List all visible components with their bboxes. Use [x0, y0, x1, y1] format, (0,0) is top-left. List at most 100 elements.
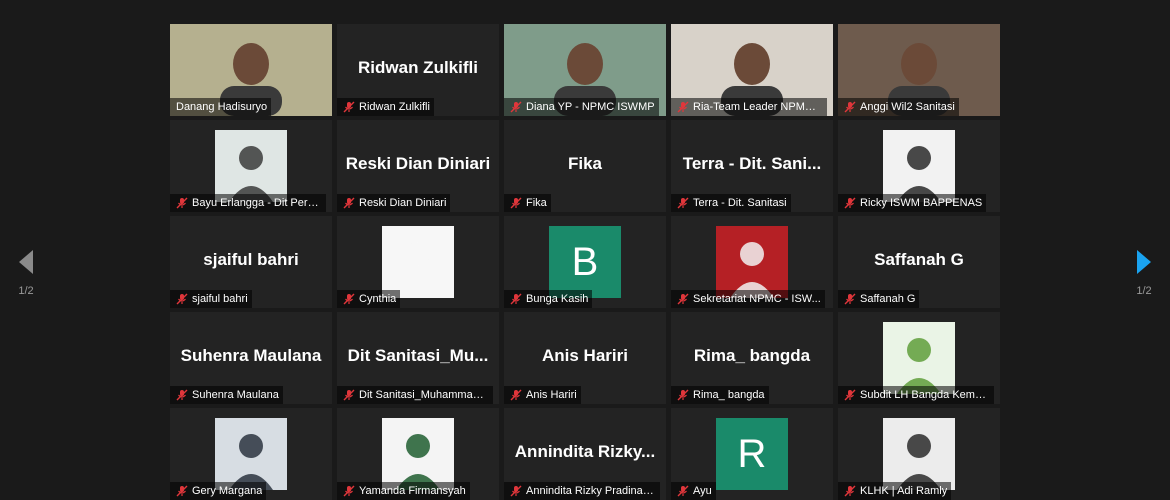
participant-name-label: Gery Margana — [192, 485, 263, 497]
participant-tile[interactable]: Bayu Erlangga - Dit Perki... — [170, 120, 332, 212]
participant-photo — [883, 322, 955, 394]
participant-name-bar: Yamanda Firmansyah — [337, 482, 470, 500]
participant-tile[interactable]: Ria-Team Leader NPMC I... — [671, 24, 833, 116]
participant-tile[interactable]: Anis Hariri Anis Hariri — [504, 312, 666, 404]
participant-name-bar: Danang Hadisuryo — [170, 98, 272, 116]
participant-name-bar: Diana YP - NPMC ISWMP — [504, 98, 659, 116]
muted-mic-icon — [343, 293, 355, 305]
muted-mic-icon — [844, 293, 856, 305]
muted-mic-icon — [176, 197, 188, 209]
participant-name-label: KLHK | Adi Ramly — [860, 485, 948, 497]
participant-photo — [382, 418, 454, 490]
participant-display-name: Suhenra Maulana — [180, 346, 322, 365]
participant-name-label: Suhenra Maulana — [192, 389, 279, 401]
participant-photo — [716, 226, 788, 298]
participant-tile[interactable]: Ridwan Zulkifli Ridwan Zulkifli — [337, 24, 499, 116]
participant-photo — [215, 130, 287, 202]
muted-mic-icon — [343, 389, 355, 401]
participant-name-label: Diana YP - NPMC ISWMP — [526, 101, 655, 113]
participant-name-bar: Saffanah G — [838, 290, 920, 308]
participant-name-bar: Rima_ bangda — [671, 386, 769, 404]
participant-display-name: Reski Dian Diniari — [345, 154, 491, 173]
participant-name-bar: Ayu — [671, 482, 716, 500]
participant-name-label: Ricky ISWM BAPPENAS — [860, 197, 983, 209]
participant-name-label: Ria-Team Leader NPMC I... — [693, 101, 823, 113]
participant-tile[interactable]: Suhenra Maulana Suhenra Maulana — [170, 312, 332, 404]
chevron-left-icon — [19, 250, 33, 274]
participant-name-label: Anis Hariri — [526, 389, 577, 401]
muted-mic-icon — [343, 101, 355, 113]
next-page-button[interactable]: 1/2 — [1124, 250, 1164, 297]
muted-mic-icon — [176, 485, 188, 497]
participant-name-bar: Cynthia — [337, 290, 401, 308]
participant-name-label: Terra - Dit. Sanitasi — [693, 197, 787, 209]
participant-tile[interactable]: Fika Fika — [504, 120, 666, 212]
participant-tile[interactable]: Saffanah G Saffanah G — [838, 216, 1000, 308]
participant-name-bar: Fika — [504, 194, 551, 212]
participant-name-label: Bunga Kasih — [526, 293, 589, 305]
muted-mic-icon — [510, 101, 522, 113]
avatar-letter: B — [571, 239, 599, 284]
participant-name-label: Subdit LH Bangda Kemen... — [860, 389, 990, 401]
participant-display-name: Saffanah G — [874, 250, 964, 269]
participant-tile[interactable]: Subdit LH Bangda Kemen... — [838, 312, 1000, 404]
participant-name-bar: Subdit LH Bangda Kemen... — [838, 386, 994, 404]
participant-tile[interactable]: KLHK | Adi Ramly — [838, 408, 1000, 500]
participant-name-bar: Anggi Wil2 Sanitasi — [838, 98, 959, 116]
participant-name-bar: Annindita Rizky Pradina S... — [504, 482, 660, 500]
participant-display-name: Anis Hariri — [542, 346, 628, 365]
participant-tile[interactable]: B Bunga Kasih — [504, 216, 666, 308]
participant-display-name: Fika — [567, 154, 603, 173]
participant-name-label: Rima_ bangda — [693, 389, 765, 401]
participant-tile[interactable]: Terra - Dit. Sani... Terra - Dit. Sanitas… — [671, 120, 833, 212]
muted-mic-icon — [510, 389, 522, 401]
participant-name-label: Fika — [526, 197, 547, 209]
participant-name-label: Ayu — [693, 485, 712, 497]
participant-name-bar: Bayu Erlangga - Dit Perki... — [170, 194, 326, 212]
muted-mic-icon — [677, 293, 689, 305]
participant-photo — [883, 130, 955, 202]
participant-display-name: Terra - Dit. Sani... — [682, 154, 822, 173]
participant-tile[interactable]: Yamanda Firmansyah — [337, 408, 499, 500]
muted-mic-icon — [176, 389, 188, 401]
participant-photo — [215, 418, 287, 490]
participant-tile[interactable]: sjaiful bahri sjaiful bahri — [170, 216, 332, 308]
participant-tile[interactable]: Ricky ISWM BAPPENAS — [838, 120, 1000, 212]
participant-tile[interactable]: Sekretariat NPMC - ISW... — [671, 216, 833, 308]
muted-mic-icon — [343, 485, 355, 497]
participant-tile[interactable]: Diana YP - NPMC ISWMP — [504, 24, 666, 116]
participant-name-bar: Bunga Kasih — [504, 290, 593, 308]
participant-name-label: Dit Sanitasi_Muhammad I... — [359, 389, 489, 401]
muted-mic-icon — [844, 101, 856, 113]
participant-name-label: Danang Hadisuryo — [176, 101, 268, 113]
participant-name-bar: Reski Dian Diniari — [337, 194, 451, 212]
participant-name-label: Cynthia — [359, 293, 397, 305]
participant-name-bar: Sekretariat NPMC - ISW... — [671, 290, 825, 308]
participant-grid: Danang Hadisuryo Ridwan Zulkifli Ridwan Zu… — [170, 24, 1000, 500]
participant-display-name: Dit Sanitasi_Mu... — [347, 346, 489, 365]
participant-tile[interactable]: Gery Margana — [170, 408, 332, 500]
participant-tile[interactable]: R Ayu — [671, 408, 833, 500]
prev-page-button[interactable]: 1/2 — [6, 250, 46, 297]
participant-tile[interactable]: Rima_ bangda Rima_ bangda — [671, 312, 833, 404]
participant-tile[interactable]: Cynthia — [337, 216, 499, 308]
participant-display-name: Ridwan Zulkifli — [358, 58, 478, 77]
participant-tile[interactable]: Danang Hadisuryo — [170, 24, 332, 116]
participant-name-label: Sekretariat NPMC - ISW... — [693, 293, 821, 305]
muted-mic-icon — [510, 293, 522, 305]
participant-name-bar: Anis Hariri — [504, 386, 581, 404]
participant-name-label: Yamanda Firmansyah — [359, 485, 466, 497]
participant-name-bar: KLHK | Adi Ramly — [838, 482, 952, 500]
participant-tile[interactable]: Annindita Rizky... Annindita Rizky Pradin… — [504, 408, 666, 500]
muted-mic-icon — [677, 101, 689, 113]
participant-name-label: Annindita Rizky Pradina S... — [526, 485, 656, 497]
participant-name-bar: Ricky ISWM BAPPENAS — [838, 194, 987, 212]
participant-tile[interactable]: Reski Dian Diniari Reski Dian Diniari — [337, 120, 499, 212]
participant-name-bar: Terra - Dit. Sanitasi — [671, 194, 791, 212]
muted-mic-icon — [844, 485, 856, 497]
participant-name-bar: sjaiful bahri — [170, 290, 252, 308]
participant-tile[interactable]: Dit Sanitasi_Mu... Dit Sanitasi_Muhammad … — [337, 312, 499, 404]
muted-mic-icon — [677, 485, 689, 497]
participant-tile[interactable]: Anggi Wil2 Sanitasi — [838, 24, 1000, 116]
muted-mic-icon — [510, 197, 522, 209]
